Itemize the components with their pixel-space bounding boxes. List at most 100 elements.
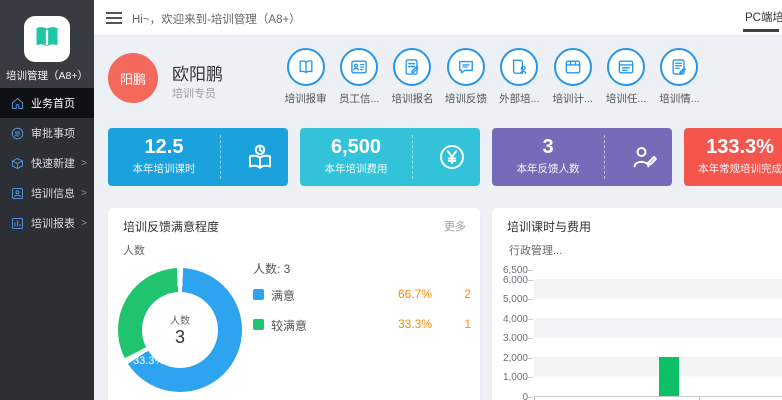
- quick-action-label: 外部培...: [493, 91, 546, 106]
- stat-divider: [412, 135, 413, 179]
- quick-action-label: 培训报审: [279, 91, 332, 106]
- sidebar-item-1[interactable]: 审批事项: [0, 118, 94, 148]
- quick-action-3[interactable]: 培训反馈: [439, 48, 492, 106]
- quick-action-circle[interactable]: [340, 48, 378, 86]
- sidebar-item-label: 培训信息: [31, 185, 75, 201]
- quick-action-circle[interactable]: [554, 48, 592, 86]
- quick-action-5[interactable]: 培训计...: [546, 48, 599, 106]
- stat-value: 12.5: [108, 136, 220, 159]
- more-link[interactable]: 更多: [444, 218, 466, 234]
- header-tab-underline: [743, 29, 779, 32]
- y-axis-tick-label: 6,500: [488, 265, 528, 276]
- stat-label: 本年培训课时: [108, 161, 220, 176]
- main-content: 阳鹏 欧阳鹏 培训专员 培训报审员工信...培训报名培训反馈外部培...培训计.…: [94, 36, 782, 400]
- quick-action-circle[interactable]: [287, 48, 325, 86]
- quick-action-2[interactable]: 培训报名: [386, 48, 439, 106]
- y-axis-tick-label: 4,000: [488, 314, 528, 325]
- legend-count: 1: [464, 317, 471, 331]
- stat-label: 本年反馈人数: [492, 161, 604, 176]
- quick-action-label: 培训反馈: [439, 91, 492, 106]
- sidebar-item-2[interactable]: 快速新建 >: [0, 148, 94, 178]
- quick-action-1[interactable]: 员工信...: [332, 48, 385, 106]
- quick-action-circle[interactable]: [500, 48, 538, 86]
- training-cost-panel: 培训课时与费用 行政管理... 01,0002,0003,0004,0005,0…: [492, 208, 782, 400]
- cost-panel-title: 培训课时与费用: [507, 218, 591, 235]
- sidebar-item-label: 快速新建: [31, 155, 75, 171]
- stat-card-0: 12.5 本年培训课时: [108, 128, 288, 186]
- hamburger-menu-icon[interactable]: [106, 12, 122, 24]
- legend-percent: 66.7%: [398, 287, 432, 301]
- sidebar-item-3[interactable]: 培训信息 >: [0, 178, 94, 208]
- profile-role: 培训专员: [172, 85, 216, 101]
- y-axis-tick-mark: [528, 319, 533, 320]
- sidebar-menu: 业务首页审批事项快速新建 > 培训信息 > 培训报表 >: [0, 88, 94, 238]
- donut-chart: 人数 3 66.7% 33.3%: [118, 268, 242, 392]
- training-info-icon: [10, 186, 25, 201]
- feedback-satisfaction-panel: 培训反馈满意程度 更多 人数 人数 3 66.7% 33.3% 人数: 3 满意…: [108, 208, 480, 400]
- y-axis-tick-mark: [528, 397, 533, 398]
- donut-slice-label-fairly-satisfied: 33.3%: [133, 355, 164, 367]
- legend-row-1[interactable]: 较满意33.3%1: [253, 314, 471, 344]
- quick-action-label: 培训任...: [599, 91, 652, 106]
- book-logo-icon: [32, 22, 62, 57]
- app-logo: [24, 16, 70, 62]
- bar-0: [659, 357, 679, 396]
- quick-action-6[interactable]: 培训任...: [599, 48, 652, 106]
- legend-count: 2: [464, 287, 471, 301]
- stat-label: 本年培训费用: [300, 161, 412, 176]
- x-axis-tick-mark: [699, 396, 700, 400]
- donut-legend-title: 人数: 3: [253, 260, 290, 277]
- sidebar-item-4[interactable]: 培训报表 >: [0, 208, 94, 238]
- y-axis-tick-mark: [528, 280, 533, 281]
- quick-action-label: 培训情...: [653, 91, 706, 106]
- header-tab-pc[interactable]: PC端培训管: [745, 9, 782, 25]
- x-axis-tick-mark: [534, 396, 535, 400]
- y-axis-tick-mark: [528, 299, 533, 300]
- legend-row-0[interactable]: 满意 66.7% 2: [253, 284, 471, 314]
- app-title: 培训管理（A8+）: [0, 68, 94, 83]
- person-edit-icon: [618, 128, 670, 186]
- y-axis-tick-label: 1,000: [488, 372, 528, 383]
- chevron-right-icon: >: [81, 218, 87, 229]
- y-axis-tick-label: 3,000: [488, 333, 528, 344]
- y-axis-tick-mark: [528, 377, 533, 378]
- home-icon: [10, 96, 25, 111]
- sidebar-item-label: 业务首页: [31, 95, 75, 111]
- quick-action-circle[interactable]: [607, 48, 645, 86]
- quick-action-4[interactable]: 外部培...: [493, 48, 546, 106]
- legend-percent: 33.3%: [398, 317, 432, 331]
- quick-action-circle[interactable]: [393, 48, 431, 86]
- header: Hi~，欢迎来到-培训管理（A8+） PC端培训管: [94, 0, 782, 36]
- quick-action-label: 员工信...: [332, 91, 385, 106]
- quick-new-icon: [10, 156, 25, 171]
- sidebar-item-label: 培训报表: [31, 215, 75, 231]
- stat-value: 6,500: [300, 136, 412, 159]
- profile-name: 欧阳鹏: [172, 60, 223, 85]
- legend-swatch: [253, 289, 264, 300]
- quick-action-label: 培训计...: [546, 91, 599, 106]
- donut-center-value: 3: [175, 327, 185, 348]
- y-axis-tick-mark: [528, 338, 533, 339]
- approval-icon: [10, 126, 25, 141]
- yen-icon: [426, 128, 478, 186]
- legend-label: 满意: [271, 287, 295, 304]
- y-axis-tick-label: 0: [488, 392, 528, 400]
- donut-center-label: 人数: [170, 312, 190, 327]
- chevron-right-icon: >: [81, 158, 87, 169]
- stat-value: 3: [492, 136, 604, 159]
- y-axis-tick-mark: [528, 270, 533, 271]
- bar-chart-plot: [534, 270, 782, 397]
- sidebar-item-label: 审批事项: [31, 125, 75, 141]
- app-logo-block: 培训管理（A8+）: [0, 0, 94, 88]
- stat-card-2: 3 本年反馈人数: [492, 128, 672, 186]
- chevron-right-icon: >: [81, 188, 87, 199]
- quick-action-circle[interactable]: [447, 48, 485, 86]
- legend-swatch: [253, 319, 264, 330]
- quick-action-7[interactable]: 培训情...: [653, 48, 706, 106]
- header-greeting: Hi~，欢迎来到-培训管理（A8+）: [132, 11, 301, 27]
- feedback-panel-title: 培训反馈满意程度: [123, 218, 219, 235]
- quick-action-circle[interactable]: [660, 48, 698, 86]
- book-clock-icon: [234, 128, 286, 186]
- quick-action-0[interactable]: 培训报审: [279, 48, 332, 106]
- sidebar-item-0[interactable]: 业务首页: [0, 88, 94, 118]
